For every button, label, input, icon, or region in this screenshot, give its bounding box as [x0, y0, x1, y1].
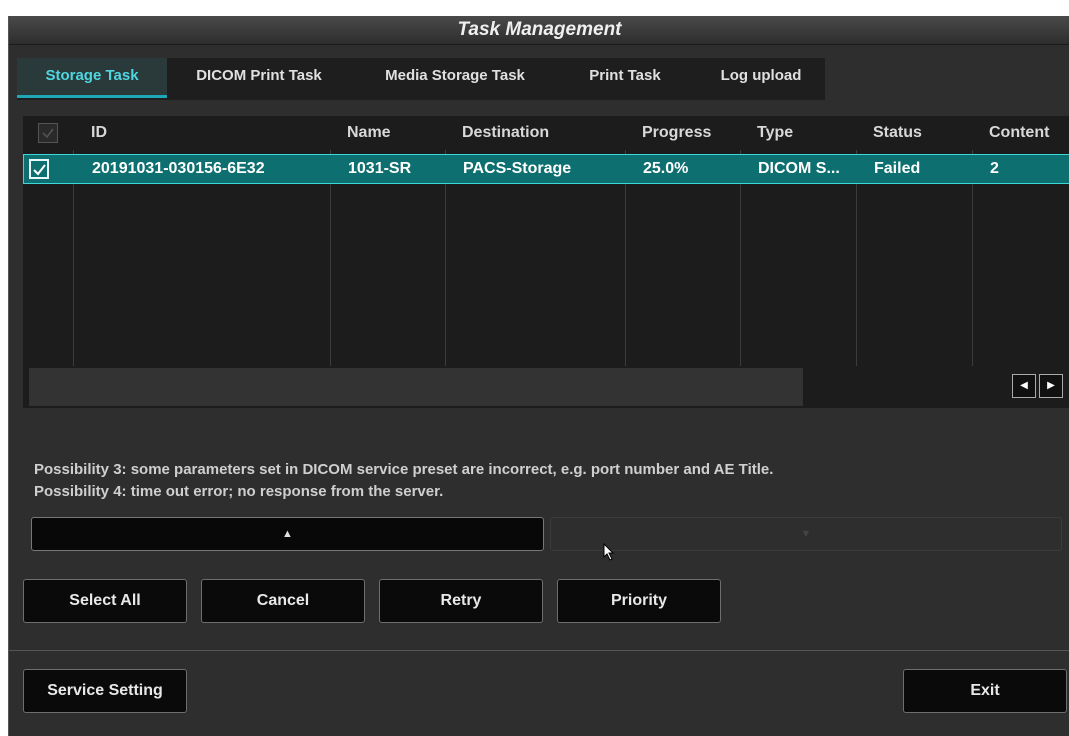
cell-progress: 25.0% [643, 160, 689, 177]
cell-type: DICOM S... [758, 160, 840, 177]
column-header-progress[interactable]: Progress [642, 116, 711, 150]
triangle-up-icon: ▲ [282, 528, 293, 540]
tab-storage-task[interactable]: Storage Task [17, 58, 167, 98]
task-management-dialog: Task Management Storage Task DICOM Print… [8, 16, 1069, 736]
tab-media-storage-task[interactable]: Media Storage Task [357, 58, 553, 98]
cancel-button[interactable]: Cancel [201, 579, 365, 623]
mouse-cursor-icon [603, 543, 615, 561]
tab-dicom-print-task[interactable]: DICOM Print Task [169, 58, 349, 98]
task-table: ID Name Destination Progress Type Status… [23, 116, 1069, 408]
scroll-up-button[interactable]: ▲ [31, 517, 544, 551]
triangle-down-icon: ▼ [800, 528, 812, 540]
message-line: Possibility 4: time out error; no respon… [34, 483, 444, 500]
scroll-down-button: ▼ [550, 517, 1062, 551]
exit-button[interactable]: Exit [903, 669, 1067, 713]
title-bar: Task Management [9, 16, 1069, 45]
tab-print-task[interactable]: Print Task [569, 58, 681, 98]
cell-destination: PACS-Storage [463, 160, 572, 177]
table-row[interactable]: 20191031-030156-6E32 1031-SR PACS-Storag… [23, 154, 1069, 184]
column-header-type[interactable]: Type [757, 116, 793, 150]
tab-bar: Storage Task DICOM Print Task Media Stor… [17, 58, 825, 100]
table-header: ID Name Destination Progress Type Status… [23, 116, 1069, 150]
select-all-checkbox[interactable] [38, 123, 58, 143]
cell-content: 2 [990, 160, 999, 177]
message-line: Possibility 3: some parameters set in DI… [34, 461, 774, 478]
row-checkbox[interactable] [29, 159, 49, 179]
scroll-right-icon[interactable]: ▶ [1039, 374, 1063, 398]
cell-status: Failed [874, 160, 921, 177]
tab-log-upload[interactable]: Log upload [703, 58, 819, 98]
column-header-id[interactable]: ID [91, 116, 107, 150]
check-icon [42, 128, 54, 139]
column-header-content[interactable]: Content [989, 116, 1049, 150]
dialog-title: Task Management [457, 19, 622, 40]
check-icon [33, 164, 46, 176]
retry-button[interactable]: Retry [379, 579, 543, 623]
cell-name: 1031-SR [348, 160, 412, 177]
cell-id: 20191031-030156-6E32 [92, 160, 265, 177]
scroll-left-icon[interactable]: ◀ [1012, 374, 1036, 398]
divider [9, 650, 1069, 651]
column-header-status[interactable]: Status [873, 116, 922, 150]
column-header-destination[interactable]: Destination [462, 116, 549, 150]
column-header-name[interactable]: Name [347, 116, 391, 150]
priority-button[interactable]: Priority [557, 579, 721, 623]
service-setting-button[interactable]: Service Setting [23, 669, 187, 713]
select-all-button[interactable]: Select All [23, 579, 187, 623]
error-message: Possibility 3: some parameters set in DI… [34, 459, 773, 503]
horizontal-scrollbar[interactable] [29, 368, 803, 406]
